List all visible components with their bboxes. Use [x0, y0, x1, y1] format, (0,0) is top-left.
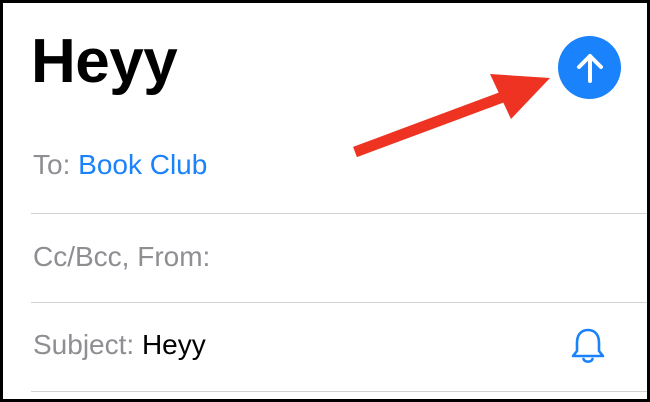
divider [31, 302, 647, 303]
message-title: Heyy [31, 27, 178, 96]
cc-bcc-from-field[interactable]: Cc/Bcc, From: [33, 243, 210, 271]
subject-field[interactable]: Subject: Heyy [33, 331, 206, 359]
recipient-book-club[interactable]: Book Club [78, 149, 207, 180]
cc-bcc-from-label: Cc/Bcc, From: [33, 241, 211, 272]
mail-compose-screen: Heyy To: Book Club Cc/Bcc, From: Subject… [0, 0, 650, 402]
send-button[interactable] [558, 36, 621, 99]
bell-icon[interactable] [569, 326, 607, 366]
arrow-up-icon [576, 53, 603, 83]
subject-label: Subject: [33, 329, 135, 360]
divider [31, 213, 647, 214]
subject-value[interactable]: Heyy [142, 329, 206, 360]
to-label: To: [33, 149, 71, 180]
to-field[interactable]: To: Book Club [33, 151, 207, 179]
divider [31, 391, 647, 392]
